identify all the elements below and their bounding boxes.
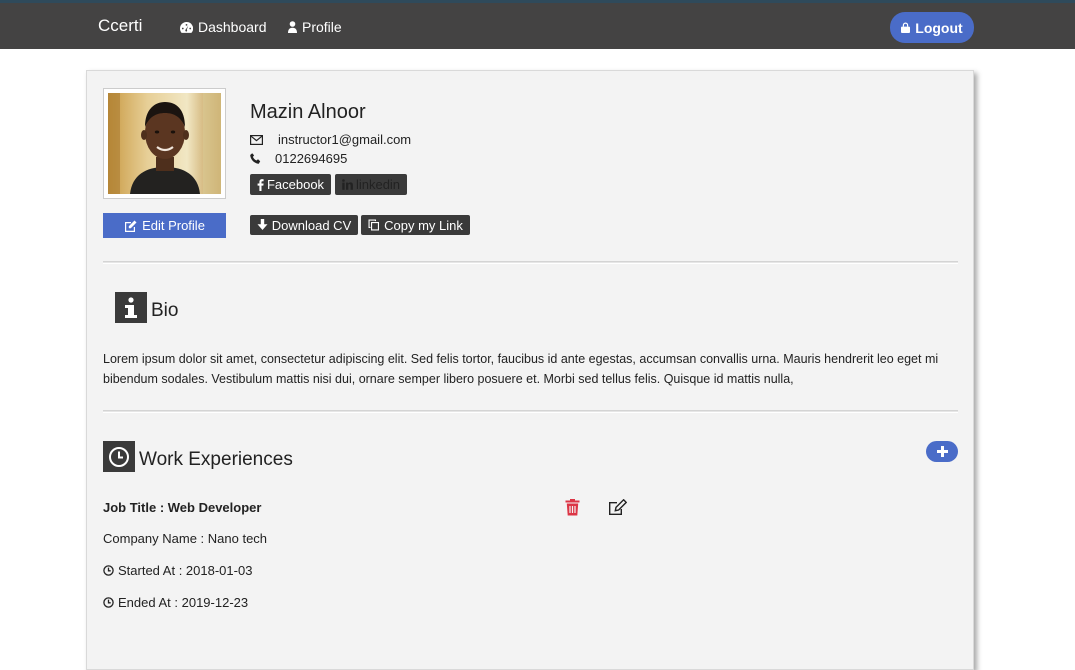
bio-text: Lorem ipsum dolor sit amet, consectetur … xyxy=(103,352,939,386)
profile-email[interactable]: instructor1@gmail.com xyxy=(278,132,411,147)
download-cv-label: Download CV xyxy=(271,217,352,233)
info-icon xyxy=(115,292,147,323)
edit-entry-icon[interactable] xyxy=(608,498,628,521)
nav-profile-link[interactable]: Profile xyxy=(288,19,342,35)
plus-icon xyxy=(936,446,948,457)
linkedin-label: linkedin xyxy=(355,177,401,192)
ended-at: Ended At : 2019-12-23 xyxy=(118,595,249,610)
logout-label: Logout xyxy=(915,19,963,36)
linkedin-button[interactable]: linkedin xyxy=(335,174,407,195)
profile-name: Mazin Alnoor xyxy=(250,101,366,123)
company-name: Company Name : Nano tech xyxy=(103,531,268,546)
profile-phone: 0122694695 xyxy=(275,151,348,166)
nav-dashboard-label: Dashboard xyxy=(198,19,267,35)
clock-icon xyxy=(103,565,114,576)
nav-profile-label: Profile xyxy=(302,19,342,35)
avatar-frame xyxy=(103,88,226,199)
logout-button[interactable]: Logout xyxy=(890,12,974,43)
section-divider xyxy=(103,410,958,413)
dashboard-icon xyxy=(180,21,193,33)
edit-icon xyxy=(125,220,137,232)
started-at: Started At : 2018-01-03 xyxy=(118,563,253,578)
clock-icon xyxy=(103,597,114,608)
trash-icon[interactable] xyxy=(565,499,580,521)
work-experiences-heading: Work Experiences xyxy=(139,449,293,470)
section-divider xyxy=(103,261,958,264)
envelope-icon xyxy=(250,134,263,145)
linkedin-icon xyxy=(342,179,353,190)
brand-logo[interactable]: Ccerti xyxy=(98,16,142,36)
facebook-button[interactable]: Facebook xyxy=(250,174,331,195)
copy-link-button[interactable]: Copy my Link xyxy=(361,215,470,235)
email-row: instructor1@gmail.com xyxy=(250,132,411,147)
facebook-icon xyxy=(257,178,264,191)
profile-card: Edit Profile Mazin Alnoor instructor1@gm… xyxy=(86,70,974,670)
phone-row: 0122694695 xyxy=(250,151,347,166)
facebook-label: Facebook xyxy=(266,177,325,192)
top-navbar: Ccerti Dashboard Profile Logout xyxy=(0,0,1075,49)
phone-icon xyxy=(250,153,261,164)
clock-icon xyxy=(103,441,135,472)
avatar[interactable] xyxy=(108,93,221,194)
user-icon xyxy=(288,21,297,33)
copy-icon xyxy=(368,219,380,231)
bio-heading: Bio xyxy=(151,300,179,321)
copy-link-label: Copy my Link xyxy=(384,217,463,233)
download-cv-button[interactable]: Download CV xyxy=(250,215,358,235)
ended-at-row: Ended At : 2019-12-23 xyxy=(103,595,248,610)
add-experience-button[interactable] xyxy=(926,441,958,462)
job-title: Job Title : Web Developer xyxy=(103,500,262,515)
started-at-row: Started At : 2018-01-03 xyxy=(103,563,252,578)
download-arrow-icon xyxy=(257,219,268,230)
edit-profile-label: Edit Profile xyxy=(142,218,205,233)
lock-icon xyxy=(901,22,911,33)
edit-profile-button[interactable]: Edit Profile xyxy=(103,213,226,238)
nav-dashboard-link[interactable]: Dashboard xyxy=(180,19,267,35)
